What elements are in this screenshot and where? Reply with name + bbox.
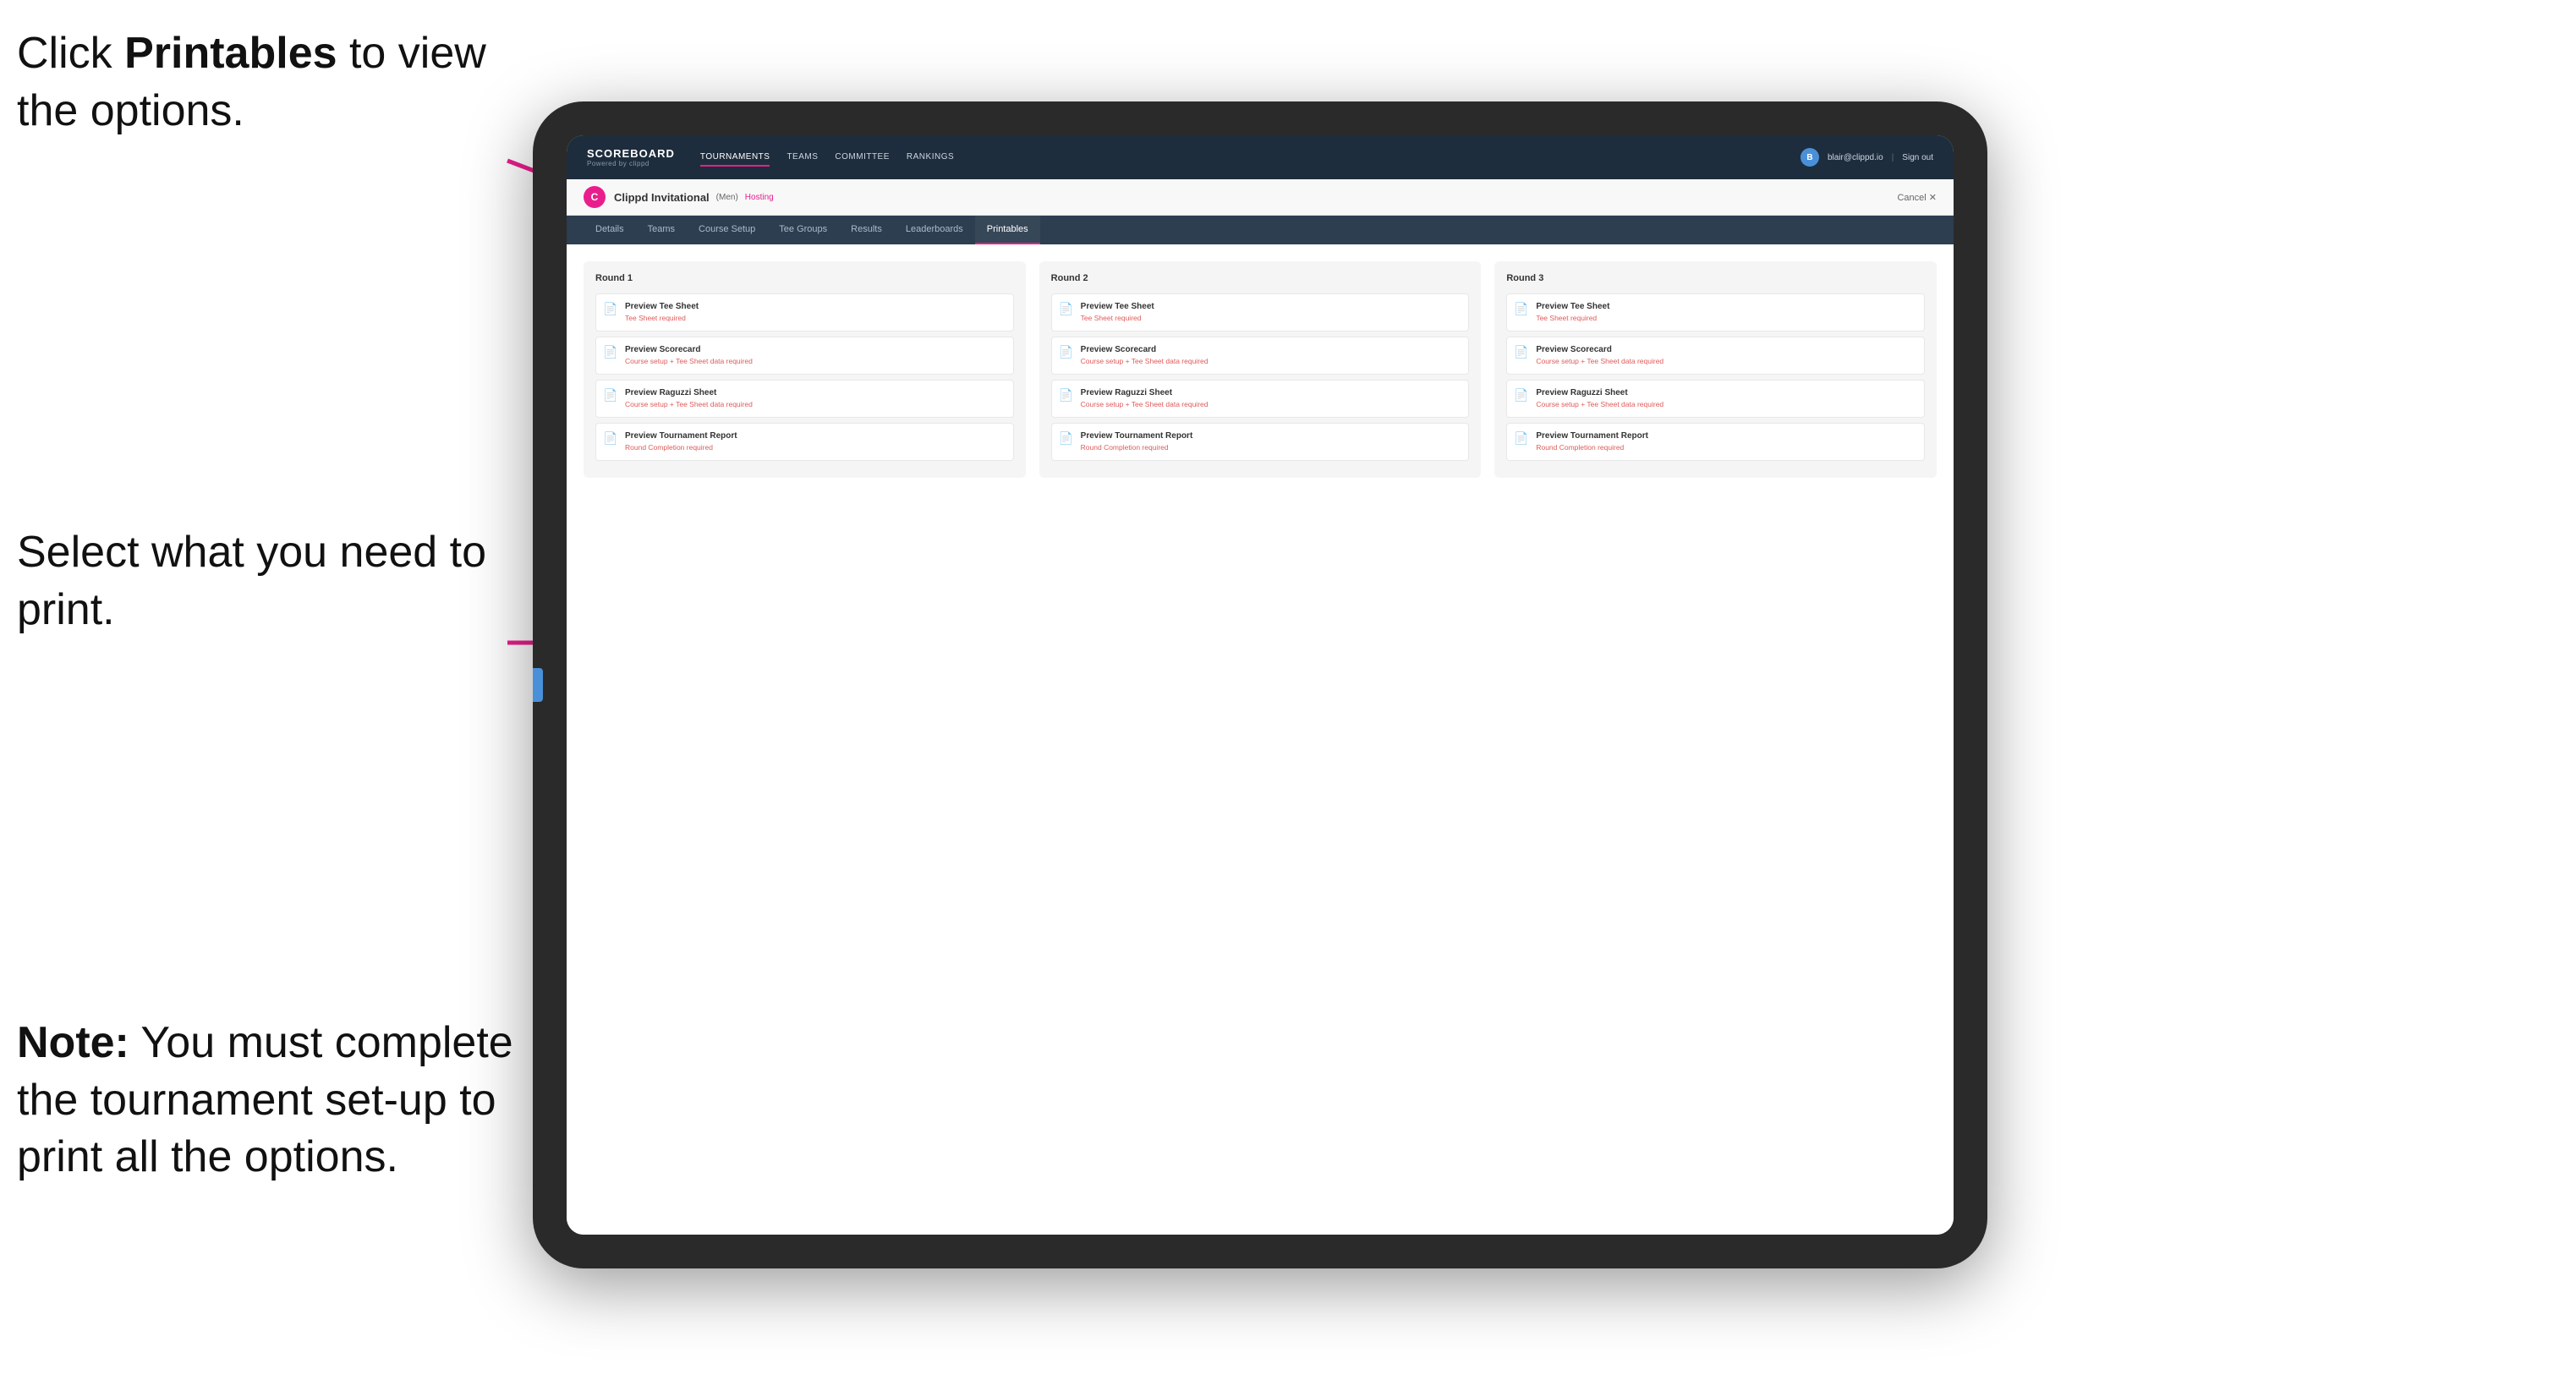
r3-tee-sub: Tee Sheet required — [1536, 314, 1609, 324]
document-icon: 📄 — [603, 431, 618, 448]
r3-tee-title: Preview Tee Sheet — [1536, 301, 1609, 313]
sign-out-link[interactable]: Sign out — [1902, 153, 1933, 162]
document-icon: 📄 — [1059, 302, 1074, 319]
tab-printables[interactable]: Printables — [975, 216, 1040, 244]
round-2-scorecard[interactable]: 📄 Preview Scorecard Course setup + Tee S… — [1051, 337, 1470, 375]
document-icon: 📄 — [1514, 388, 1529, 405]
round-1-raguzzi[interactable]: 📄 Preview Raguzzi Sheet Course setup + T… — [595, 380, 1014, 418]
round-2-title: Round 2 — [1051, 273, 1470, 283]
tab-teams[interactable]: Teams — [636, 216, 687, 244]
r3-raguzzi-sub: Course setup + Tee Sheet data required — [1536, 400, 1663, 410]
r3-scorecard-title: Preview Scorecard — [1536, 344, 1663, 356]
round-3-raguzzi[interactable]: 📄 Preview Raguzzi Sheet Course setup + T… — [1506, 380, 1925, 418]
round-1-tee-sheet[interactable]: 📄 Preview Tee Sheet Tee Sheet required — [595, 293, 1014, 331]
document-icon: 📄 — [1059, 345, 1074, 362]
tablet-screen: SCOREBOARD Powered by clippd TOURNAMENTS… — [567, 135, 1954, 1235]
document-icon: 📄 — [1514, 345, 1529, 362]
r2-scorecard-sub: Course setup + Tee Sheet data required — [1081, 357, 1209, 367]
nav-link-committee[interactable]: COMMITTEE — [835, 149, 890, 167]
r3-scorecard-sub: Course setup + Tee Sheet data required — [1536, 357, 1663, 367]
tournament-header: C Clippd Invitational (Men) Hosting Canc… — [567, 179, 1954, 216]
document-icon: 📄 — [603, 388, 618, 405]
scoreboard-title: SCOREBOARD — [587, 147, 675, 160]
scoreboard-logo: SCOREBOARD Powered by clippd — [587, 147, 675, 167]
document-icon: 📄 — [1514, 302, 1529, 319]
tab-navigation: Details Teams Course Setup Tee Groups Re… — [567, 216, 1954, 244]
r2-raguzzi-sub: Course setup + Tee Sheet data required — [1081, 400, 1209, 410]
r2-scorecard-title: Preview Scorecard — [1081, 344, 1209, 356]
annotation-middle: Select what you need to print. — [17, 524, 491, 638]
user-email: blair@clippd.io — [1828, 153, 1883, 162]
top-nav-links: TOURNAMENTS TEAMS COMMITTEE RANKINGS — [700, 149, 1800, 167]
annotation-bold-printables: Printables — [124, 29, 337, 78]
nav-separator: | — [1892, 153, 1894, 162]
round-3-scorecard[interactable]: 📄 Preview Scorecard Course setup + Tee S… — [1506, 337, 1925, 375]
tab-results[interactable]: Results — [839, 216, 894, 244]
document-icon: 📄 — [1059, 431, 1074, 448]
r2-raguzzi-title: Preview Raguzzi Sheet — [1081, 387, 1209, 399]
r1-scorecard-title: Preview Scorecard — [625, 344, 753, 356]
document-icon: 📄 — [1059, 388, 1074, 405]
nav-link-tournaments[interactable]: TOURNAMENTS — [700, 149, 770, 167]
round-3-section: Round 3 📄 Preview Tee Sheet Tee Sheet re… — [1494, 261, 1937, 478]
r3-report-sub: Round Completion required — [1536, 443, 1648, 453]
document-icon: 📄 — [603, 302, 618, 319]
r1-tee-title: Preview Tee Sheet — [625, 301, 699, 313]
r3-report-title: Preview Tournament Report — [1536, 430, 1648, 442]
r2-tee-sub: Tee Sheet required — [1081, 314, 1154, 324]
round-3-title: Round 3 — [1506, 273, 1925, 283]
user-avatar: B — [1800, 148, 1819, 167]
r1-tee-sub: Tee Sheet required — [625, 314, 699, 324]
round-3-tee-sheet[interactable]: 📄 Preview Tee Sheet Tee Sheet required — [1506, 293, 1925, 331]
tournament-status: Hosting — [745, 193, 774, 202]
round-2-tournament-report[interactable]: 📄 Preview Tournament Report Round Comple… — [1051, 423, 1470, 461]
r1-report-sub: Round Completion required — [625, 443, 737, 453]
nav-link-teams[interactable]: TEAMS — [787, 149, 818, 167]
tournament-logo: C — [584, 186, 606, 208]
r3-raguzzi-title: Preview Raguzzi Sheet — [1536, 387, 1663, 399]
tab-leaderboards[interactable]: Leaderboards — [894, 216, 975, 244]
round-2-raguzzi[interactable]: 📄 Preview Raguzzi Sheet Course setup + T… — [1051, 380, 1470, 418]
top-nav-bar: SCOREBOARD Powered by clippd TOURNAMENTS… — [567, 135, 1954, 179]
annotation-top: Click Printables to view the options. — [17, 25, 491, 140]
r1-raguzzi-sub: Course setup + Tee Sheet data required — [625, 400, 753, 410]
annotation-bottom: Note: You must complete the tournament s… — [17, 1015, 541, 1186]
r1-raguzzi-title: Preview Raguzzi Sheet — [625, 387, 753, 399]
document-icon: 📄 — [1514, 431, 1529, 448]
nav-link-rankings[interactable]: RANKINGS — [907, 149, 954, 167]
tab-course-setup[interactable]: Course Setup — [687, 216, 767, 244]
r1-scorecard-sub: Course setup + Tee Sheet data required — [625, 357, 753, 367]
content-area: Round 1 📄 Preview Tee Sheet Tee Sheet re… — [567, 244, 1954, 1235]
round-2-tee-sheet[interactable]: 📄 Preview Tee Sheet Tee Sheet required — [1051, 293, 1470, 331]
tournament-tag: (Men) — [716, 193, 738, 202]
round-1-tournament-report[interactable]: 📄 Preview Tournament Report Round Comple… — [595, 423, 1014, 461]
r1-report-title: Preview Tournament Report — [625, 430, 737, 442]
tournament-name: Clippd Invitational — [614, 191, 710, 204]
cancel-button[interactable]: Cancel ✕ — [1897, 192, 1937, 203]
r2-report-title: Preview Tournament Report — [1081, 430, 1193, 442]
tab-details[interactable]: Details — [584, 216, 636, 244]
round-2-section: Round 2 📄 Preview Tee Sheet Tee Sheet re… — [1039, 261, 1482, 478]
annotation-note-label: Note: — [17, 1018, 129, 1067]
r2-report-sub: Round Completion required — [1081, 443, 1193, 453]
round-1-scorecard[interactable]: 📄 Preview Scorecard Course setup + Tee S… — [595, 337, 1014, 375]
r2-tee-title: Preview Tee Sheet — [1081, 301, 1154, 313]
scoreboard-sub: Powered by clippd — [587, 160, 675, 167]
top-nav-right: B blair@clippd.io | Sign out — [1800, 148, 1933, 167]
round-1-section: Round 1 📄 Preview Tee Sheet Tee Sheet re… — [584, 261, 1026, 478]
rounds-container: Round 1 📄 Preview Tee Sheet Tee Sheet re… — [584, 261, 1937, 478]
document-icon: 📄 — [603, 345, 618, 362]
tab-tee-groups[interactable]: Tee Groups — [767, 216, 839, 244]
tablet-device: SCOREBOARD Powered by clippd TOURNAMENTS… — [533, 101, 1987, 1268]
round-3-tournament-report[interactable]: 📄 Preview Tournament Report Round Comple… — [1506, 423, 1925, 461]
round-1-title: Round 1 — [595, 273, 1014, 283]
